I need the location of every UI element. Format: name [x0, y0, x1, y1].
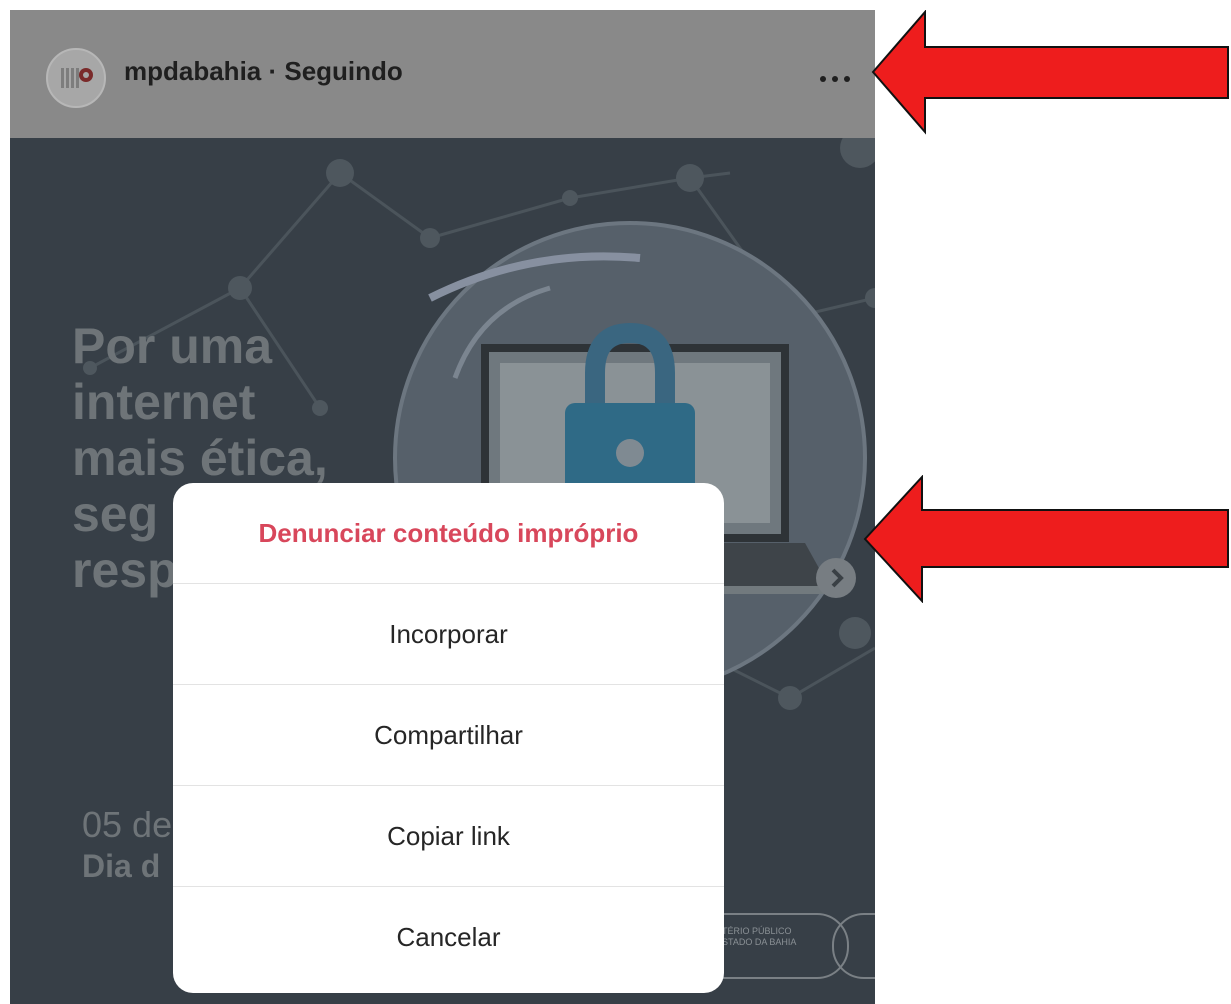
dot — [844, 76, 850, 82]
instagram-post-frame: mpdabahia · Seguindo Por uma internet ma… — [0, 0, 875, 1004]
headline-line: internet — [72, 374, 256, 430]
headline-line: mais ética, — [72, 430, 328, 486]
more-horizontal-icon — [820, 76, 826, 82]
share-button[interactable]: Compartilhar — [173, 685, 724, 786]
embed-button[interactable]: Incorporar — [173, 584, 724, 685]
separator: · — [261, 56, 285, 86]
report-button[interactable]: Denunciar conteúdo impróprio — [173, 483, 724, 584]
username-link[interactable]: mpdabahia — [124, 56, 261, 86]
post-date: 05 de — [82, 804, 173, 845]
next-slide-button[interactable] — [816, 558, 856, 598]
dot — [832, 76, 838, 82]
arrow-left-icon — [863, 475, 1229, 603]
logo-line: STADO DA BAHIA — [722, 937, 797, 947]
arrow-left-icon — [871, 10, 1229, 135]
logo-line: TÉRIO PÚBLICO — [722, 926, 792, 936]
top-strip — [0, 0, 875, 10]
options-menu: Denunciar conteúdo impróprio Incorporar … — [173, 483, 724, 993]
mp-logo-icon — [61, 68, 93, 88]
more-options-button[interactable] — [812, 58, 858, 98]
post-header: mpdabahia · Seguindo — [10, 10, 875, 138]
cancel-button[interactable]: Cancelar — [173, 887, 724, 988]
avatar[interactable] — [46, 48, 106, 108]
post-author[interactable]: mpdabahia · Seguindo — [124, 56, 403, 87]
headline-line: Por uma — [72, 318, 273, 374]
chevron-right-icon — [831, 568, 844, 588]
post-day-title: Dia d — [82, 848, 161, 884]
follow-status[interactable]: Seguindo — [284, 56, 402, 86]
copy-link-button[interactable]: Copiar link — [173, 786, 724, 887]
institution-logo-text: TÉRIO PÚBLICO STADO DA BAHIA — [722, 926, 796, 948]
